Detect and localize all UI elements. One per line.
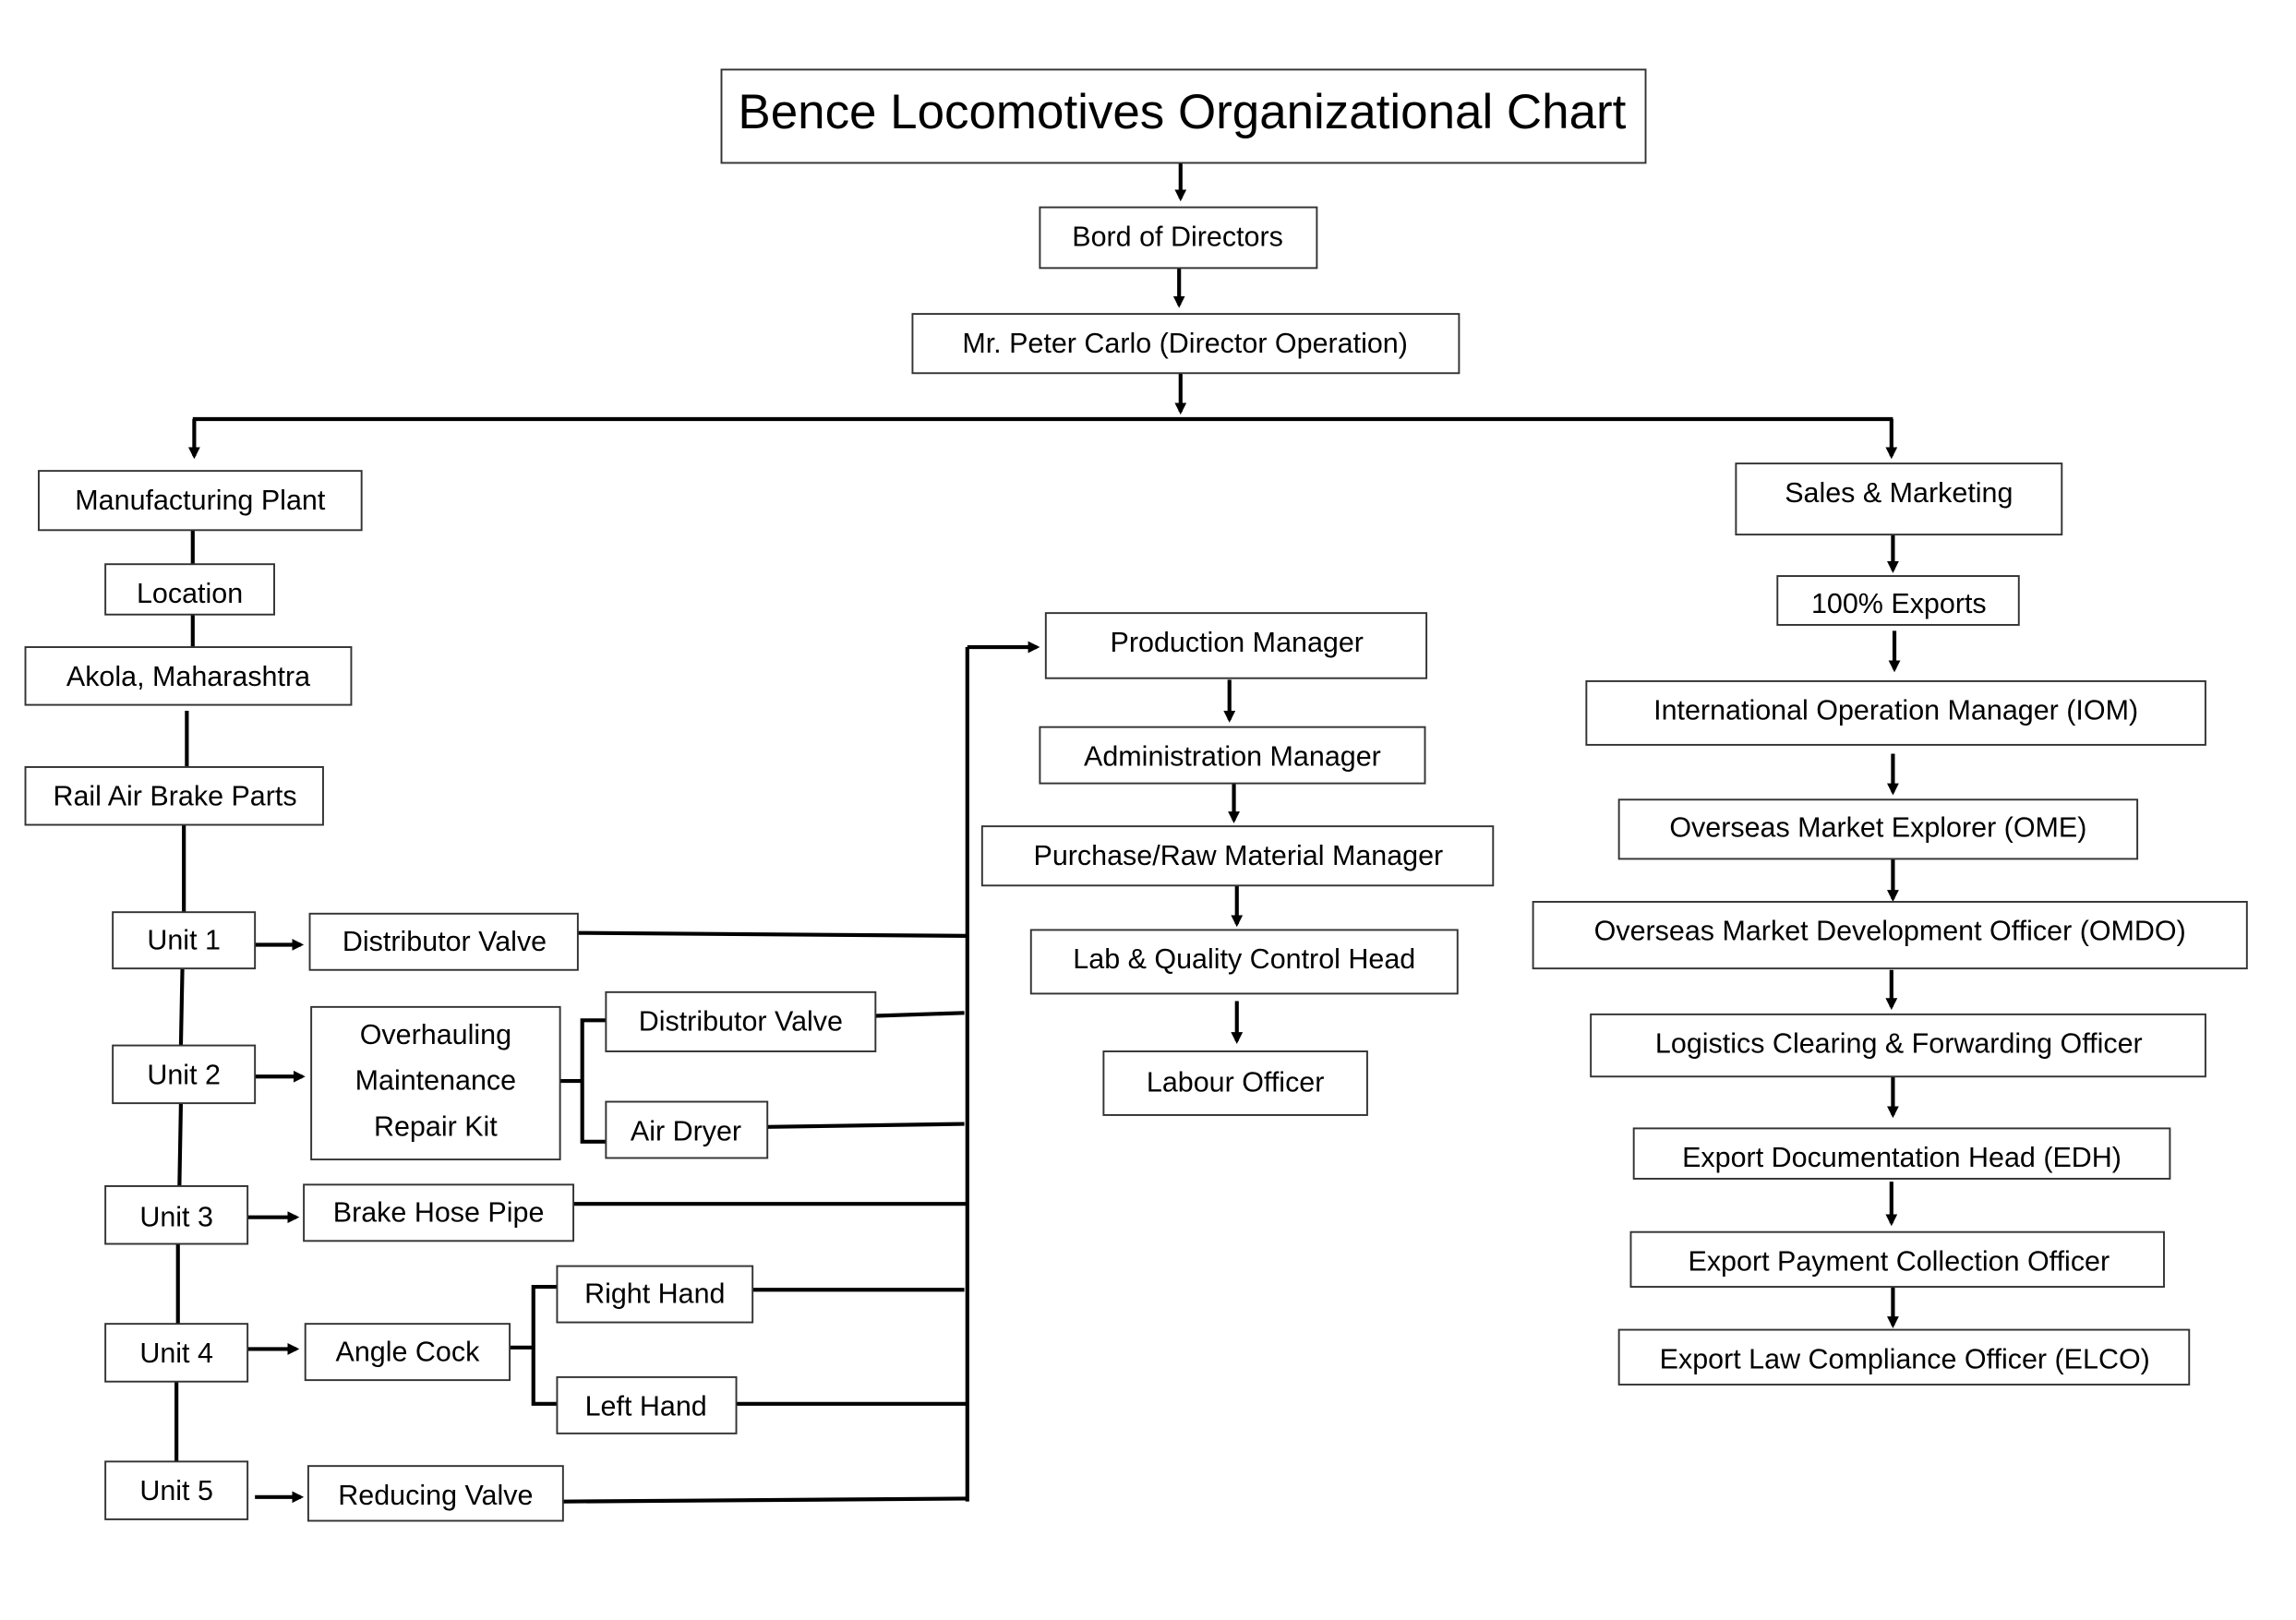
production-label: Labour Officer xyxy=(1147,1066,1325,1098)
exports-label: 100% Exports xyxy=(1811,588,1987,619)
product-node: Rail Air Brake Parts xyxy=(24,766,324,826)
subpart-label: Distributor Valve xyxy=(639,1006,843,1038)
unit-label: Unit 2 xyxy=(147,1059,221,1090)
line-unit1-unit2 xyxy=(178,968,185,1046)
unit-1-node: Unit 1 xyxy=(112,911,257,970)
line-unit2-unit3 xyxy=(177,1103,184,1187)
unit-label: Unit 3 xyxy=(139,1201,213,1232)
elco-node: Export Law Compliance Officer (ELCO) xyxy=(1617,1328,2191,1386)
director-label: Mr. Peter Carlo (Director Operation) xyxy=(962,328,1408,359)
unit-label: Unit 5 xyxy=(139,1475,213,1506)
unit-label: Unit 1 xyxy=(147,924,221,955)
left-hand-node: Left Hand xyxy=(556,1375,738,1434)
production-label: Purchase/Raw Material Manager xyxy=(1034,840,1444,871)
part-label-line: Maintenance xyxy=(355,1065,516,1097)
sales-chain-label: Overseas Market Explorer (OME) xyxy=(1669,811,2086,843)
reducing-valve-node: Reducing Valve xyxy=(307,1465,564,1522)
production-label: Administration Manager xyxy=(1084,740,1381,772)
exports-node: 100% Exports xyxy=(1776,575,2020,626)
city-label: Akola, Maharashtra xyxy=(66,661,310,692)
sales-label: Sales & Marketing xyxy=(1785,477,2013,509)
part-label: Brake Hose Pipe xyxy=(333,1196,545,1228)
sales-chain-label: Export Law Compliance Officer (ELCO) xyxy=(1660,1343,2150,1374)
sales-chain-label: Logistics Clearing & Forwarding Officer xyxy=(1655,1028,2143,1060)
part-label-line: Overhauling xyxy=(360,1019,511,1050)
iom-node: International Operation Manager (IOM) xyxy=(1585,679,2206,746)
labour-officer-node: Labour Officer xyxy=(1102,1050,1368,1116)
omdo-node: Overseas Market Development Officer (OMD… xyxy=(1532,900,2248,970)
sales-marketing-node: Sales & Marketing xyxy=(1735,462,2063,536)
repair-kit-node: Overhauling Maintenance Repair Kit xyxy=(310,1005,561,1161)
ome-node: Overseas Market Explorer (OME) xyxy=(1617,798,2139,860)
subpart-label: Right Hand xyxy=(584,1278,725,1310)
line-reducing xyxy=(562,1496,968,1504)
board-node: Bord of Directors xyxy=(1039,206,1318,270)
org-chart: Bence Locomotives Organizational Chart B… xyxy=(24,68,2248,1522)
bracket-anglecock xyxy=(531,1284,558,1406)
director-node: Mr. Peter Carlo (Director Operation) xyxy=(911,313,1461,375)
purchase-manager-node: Purchase/Raw Material Manager xyxy=(980,825,1495,887)
production-label: Lab & Quality Control Head xyxy=(1073,943,1415,975)
right-hand-node: Right Hand xyxy=(556,1265,754,1324)
brake-hose-pipe-node: Brake Hose Pipe xyxy=(303,1183,575,1242)
part-label: Reducing Valve xyxy=(338,1480,533,1511)
city-node: Akola, Maharashtra xyxy=(24,646,353,706)
product-label: Rail Air Brake Parts xyxy=(53,781,296,812)
line-airdryer xyxy=(767,1122,965,1129)
logistics-officer-node: Logistics Clearing & Forwarding Officer xyxy=(1590,1013,2206,1078)
bracket-kit xyxy=(580,1018,607,1144)
chart-title: Bence Locomotives Organizational Chart xyxy=(738,85,1626,139)
board-label: Bord of Directors xyxy=(1072,221,1283,252)
distributor-valve-1-node: Distributor Valve xyxy=(308,912,579,971)
line-dv1 xyxy=(577,930,968,938)
part-label-line: Repair Kit xyxy=(374,1110,498,1142)
angle-cock-node: Angle Cock xyxy=(304,1323,511,1382)
subpart-label: Left Hand xyxy=(585,1391,707,1422)
unit-3-node: Unit 3 xyxy=(104,1185,249,1245)
payment-officer-node: Export Payment Collection Officer xyxy=(1629,1230,2165,1289)
manufacturing-plant-node: Manufacturing Plant xyxy=(37,470,363,532)
unit-5-node: Unit 5 xyxy=(104,1460,249,1520)
lab-quality-head-node: Lab & Quality Control Head xyxy=(1029,929,1459,995)
location-node: Location xyxy=(104,563,275,616)
location-label: Location xyxy=(137,578,243,609)
production-manager-node: Production Manager xyxy=(1044,612,1428,679)
unit-2-node: Unit 2 xyxy=(112,1044,257,1105)
unit-label: Unit 4 xyxy=(139,1338,213,1369)
air-dryer-node: Air Dryer xyxy=(605,1100,769,1159)
part-label: Angle Cock xyxy=(335,1336,480,1367)
line-dv2 xyxy=(875,1011,965,1018)
administration-manager-node: Administration Manager xyxy=(1039,726,1426,785)
title-node: Bence Locomotives Organizational Chart xyxy=(720,68,1647,164)
manufacturing-label: Manufacturing Plant xyxy=(75,485,326,516)
sales-chain-label: Overseas Market Development Officer (OMD… xyxy=(1594,916,2186,947)
sales-chain-label: Export Documentation Head (EDH) xyxy=(1682,1142,2122,1173)
sales-chain-label: International Operation Manager (IOM) xyxy=(1653,695,2138,726)
unit-4-node: Unit 4 xyxy=(104,1323,249,1383)
sales-chain-label: Export Payment Collection Officer xyxy=(1688,1245,2110,1277)
production-label: Production Manager xyxy=(1111,627,1364,658)
distributor-valve-2-node: Distributor Valve xyxy=(605,990,877,1052)
part-label: Distributor Valve xyxy=(343,926,547,957)
subpart-label: Air Dryer xyxy=(631,1115,741,1146)
edh-node: Export Documentation Head (EDH) xyxy=(1632,1127,2171,1180)
